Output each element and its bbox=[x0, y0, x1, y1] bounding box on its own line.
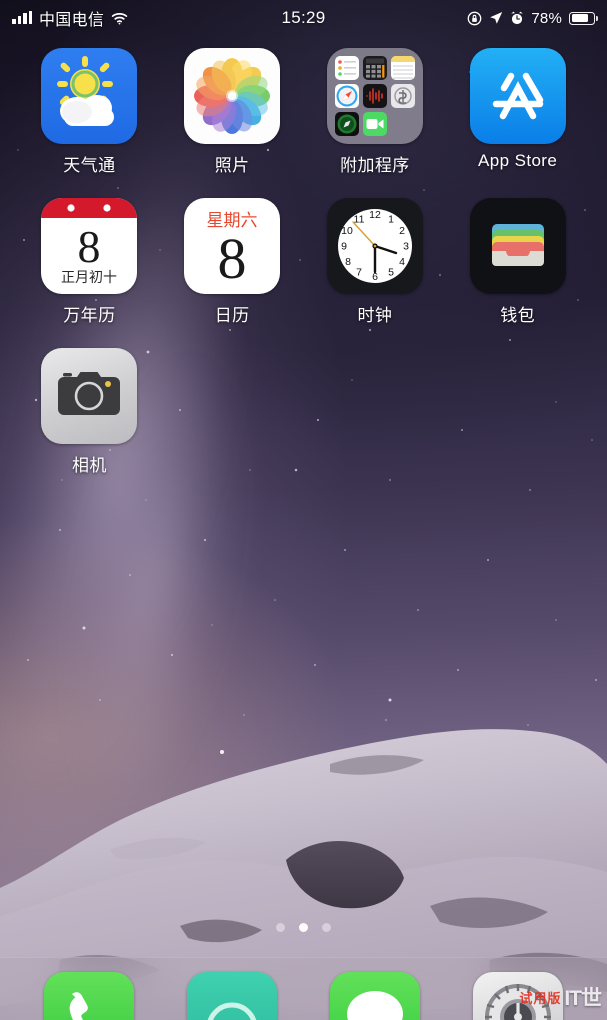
reminders-icon bbox=[334, 56, 359, 80]
compass-icon bbox=[334, 112, 359, 136]
svg-text:10: 10 bbox=[341, 225, 353, 237]
perpetual-calendar-icon: 8 正月初十 bbox=[41, 198, 138, 294]
app-wallet[interactable]: 钱包 bbox=[446, 198, 589, 326]
battery-percent-label: 78% bbox=[531, 9, 562, 27]
svg-text:8: 8 bbox=[78, 221, 101, 272]
carrier-label: 中国电信 bbox=[39, 12, 105, 29]
app-label: 时钟 bbox=[357, 306, 393, 325]
calculator-icon bbox=[362, 56, 387, 80]
svg-text:正月初十: 正月初十 bbox=[61, 269, 117, 285]
settings-gear-icon[interactable] bbox=[472, 972, 563, 1020]
stocks-icon bbox=[390, 84, 415, 108]
app-label: 钱包 bbox=[500, 306, 536, 325]
status-bar-left: 中国电信 bbox=[12, 6, 128, 30]
notes-icon bbox=[390, 56, 415, 80]
app-label: 日历 bbox=[214, 306, 250, 325]
svg-text:2: 2 bbox=[399, 225, 405, 237]
page-dot-2[interactable] bbox=[299, 923, 308, 932]
messages-icon[interactable] bbox=[329, 972, 420, 1020]
clock-time-label: 15:29 bbox=[281, 8, 326, 27]
page-dot-3[interactable] bbox=[322, 923, 331, 932]
svg-text:8: 8 bbox=[345, 256, 351, 268]
iphone-home-screen: 中国电信 15:29 78% 天气通 照片 附加程序 App Store 8 正… bbox=[0, 0, 607, 1020]
app-label: 附加程序 bbox=[340, 156, 410, 175]
camera-icon bbox=[41, 348, 138, 444]
svg-text:9: 9 bbox=[341, 241, 347, 253]
battery-icon bbox=[569, 11, 598, 25]
svg-text:7: 7 bbox=[356, 267, 362, 279]
facetime-icon bbox=[362, 112, 387, 136]
dock bbox=[0, 957, 607, 1020]
app-perpetual-calendar[interactable]: 8 正月初十 万年历 bbox=[18, 198, 161, 326]
page-dot-1[interactable] bbox=[276, 923, 285, 932]
app-clock[interactable]: 12 1 2 345 678 9 10 11 时钟 bbox=[304, 198, 447, 326]
app-weather[interactable]: 天气通 bbox=[18, 48, 161, 176]
clock-icon: 12 1 2 345 678 9 10 11 bbox=[326, 198, 423, 294]
svg-text:4: 4 bbox=[399, 256, 405, 268]
svg-text:8: 8 bbox=[218, 226, 247, 291]
rotation-lock-icon bbox=[467, 11, 482, 26]
signal-bars-icon bbox=[12, 11, 32, 24]
grid-empty-slot bbox=[446, 348, 589, 476]
app-grid: 天气通 照片 附加程序 App Store 8 正月初十 万年历 星期六 8 日… bbox=[0, 48, 607, 476]
app-label: 照片 bbox=[214, 156, 250, 175]
weather-icon bbox=[41, 48, 138, 144]
app-label: 天气通 bbox=[63, 156, 116, 175]
app-label: 相机 bbox=[71, 456, 107, 475]
svg-text:1: 1 bbox=[388, 214, 394, 226]
app-store-icon bbox=[469, 48, 566, 144]
app-label: 万年历 bbox=[63, 306, 116, 325]
svg-text:5: 5 bbox=[388, 267, 394, 279]
smiley-face-icon[interactable] bbox=[187, 972, 278, 1020]
page-indicator[interactable] bbox=[0, 923, 607, 932]
folder-icon bbox=[326, 48, 423, 144]
calendar-icon: 星期六 8 bbox=[184, 198, 281, 294]
svg-text:3: 3 bbox=[403, 241, 409, 253]
photos-icon bbox=[184, 48, 281, 144]
safari-icon bbox=[334, 84, 359, 108]
grid-empty-slot bbox=[161, 348, 304, 476]
app-calendar[interactable]: 星期六 8 日历 bbox=[161, 198, 304, 326]
folder-empty-slot bbox=[391, 112, 415, 136]
svg-text:12: 12 bbox=[369, 209, 381, 221]
wifi-icon bbox=[111, 12, 128, 25]
phone-icon[interactable] bbox=[44, 972, 135, 1020]
grid-empty-slot bbox=[304, 348, 447, 476]
status-bar: 中国电信 15:29 78% bbox=[0, 0, 607, 36]
location-arrow-icon bbox=[489, 11, 503, 25]
app-app-store[interactable]: App Store bbox=[446, 48, 589, 176]
app-folder-extras[interactable]: 附加程序 bbox=[304, 48, 447, 176]
app-label: App Store bbox=[478, 151, 558, 170]
alarm-clock-icon bbox=[510, 11, 524, 25]
voice-memos-icon bbox=[362, 84, 387, 108]
app-photos[interactable]: 照片 bbox=[161, 48, 304, 176]
app-camera[interactable]: 相机 bbox=[18, 348, 161, 476]
status-bar-right: 78% bbox=[467, 9, 598, 27]
wallet-icon bbox=[469, 198, 566, 294]
